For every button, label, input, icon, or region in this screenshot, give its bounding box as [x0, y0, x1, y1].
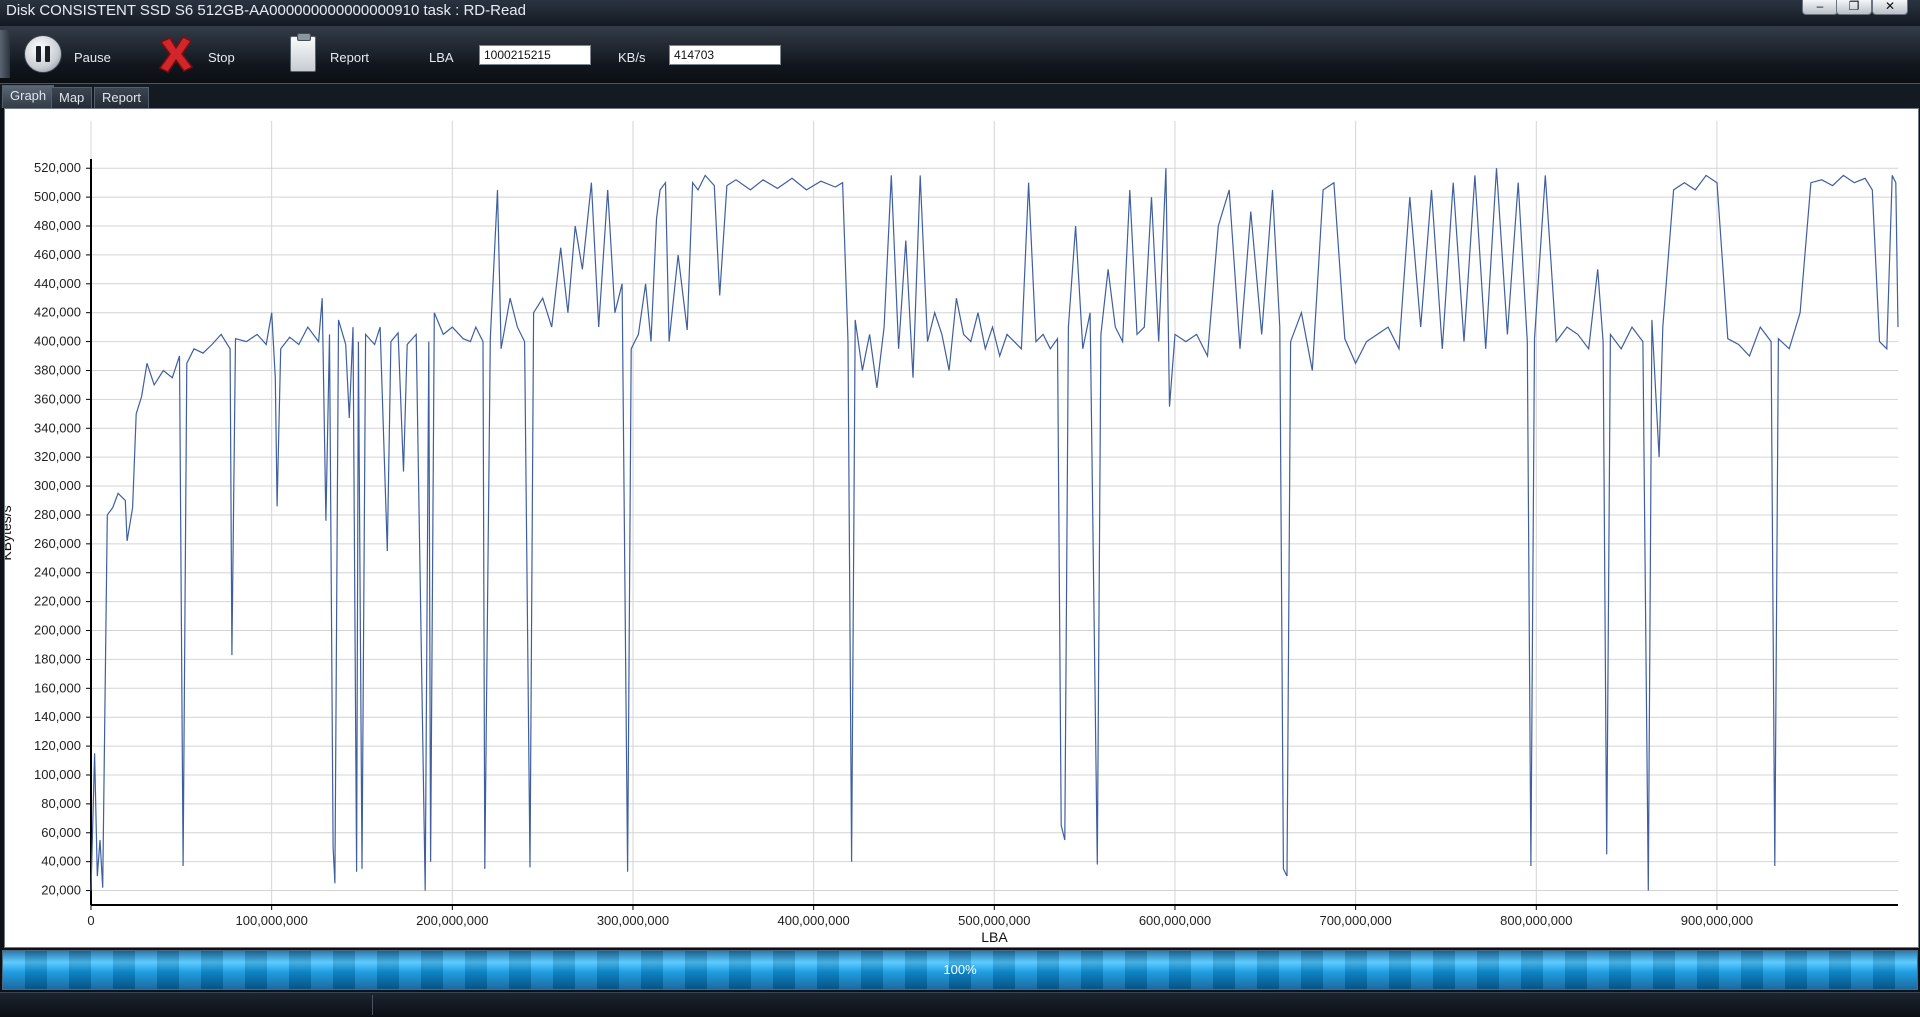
toolbar: Pause Stop Report LBA KB/s	[0, 26, 1920, 84]
status-separator	[372, 995, 373, 1015]
close-icon[interactable]: ✕	[1872, 0, 1908, 15]
status-bar	[0, 992, 1920, 1017]
y-tick-label: 360,000	[34, 391, 81, 406]
report-label: Report	[330, 50, 370, 65]
y-axis-label: KBytes/s	[5, 505, 14, 560]
x-tick-label: 600,000,000	[1139, 913, 1211, 928]
x-axis-ticks: 0 100,000,000 200,000,000 300,000,000 400,00…	[87, 905, 1753, 928]
report-button[interactable]: Report	[288, 32, 378, 76]
stop-button[interactable]: Stop	[156, 32, 246, 76]
y-tick-label: 400,000	[34, 334, 81, 349]
throughput-chart: 20,000 40,000 60,000 80,000 100,000 120,000 14…	[5, 121, 1899, 945]
y-tick-label: 340,000	[34, 420, 81, 435]
y-tick-label: 200,000	[34, 623, 81, 638]
x-tick-label: 200,000,000	[416, 913, 488, 928]
y-tick-label: 280,000	[34, 507, 81, 522]
tab-map[interactable]: Map	[51, 87, 93, 108]
stop-label: Stop	[208, 50, 235, 65]
y-tick-label: 240,000	[34, 565, 81, 580]
x-tick-label: 100,000,000	[236, 913, 308, 928]
y-tick-label: 120,000	[34, 738, 81, 753]
y-tick-label: 320,000	[34, 449, 81, 464]
tab-graph[interactable]: Graph	[2, 85, 55, 108]
kbs-field[interactable]	[669, 45, 781, 65]
x-tick-label: 900,000,000	[1681, 913, 1753, 928]
x-tick-label: 500,000,000	[958, 913, 1030, 928]
x-tick-label: 800,000,000	[1500, 913, 1572, 928]
toolbar-grip	[0, 30, 10, 78]
pause-icon	[24, 35, 62, 73]
progress-text: 100%	[943, 962, 977, 977]
y-tick-label: 480,000	[34, 218, 81, 233]
graph-panel: 20,000 40,000 60,000 80,000 100,000 120,000 14…	[4, 108, 1919, 948]
clipboard-icon	[290, 33, 316, 72]
x-tick-label: 400,000,000	[777, 913, 849, 928]
y-tick-label: 60,000	[41, 825, 81, 840]
y-tick-label: 160,000	[34, 680, 81, 695]
pause-label: Pause	[74, 50, 111, 65]
x-axis-label: LBA	[981, 929, 1008, 945]
lba-label: LBA	[429, 50, 454, 65]
y-tick-label: 40,000	[41, 854, 81, 869]
y-tick-label: 80,000	[41, 796, 81, 811]
title-bar: Disk CONSISTENT SSD S6 512GB-AA000000000…	[0, 0, 1920, 26]
x-tick-label: 700,000,000	[1319, 913, 1391, 928]
y-tick-label: 220,000	[34, 594, 81, 609]
y-tick-label: 380,000	[34, 362, 81, 377]
window-title: Disk CONSISTENT SSD S6 512GB-AA000000000…	[6, 2, 526, 19]
tab-strip: Graph Map Report	[0, 84, 1920, 108]
x-tick-label: 300,000,000	[597, 913, 669, 928]
y-tick-label: 300,000	[34, 478, 81, 493]
y-tick-label: 500,000	[34, 189, 81, 204]
y-tick-label: 140,000	[34, 709, 81, 724]
restore-icon[interactable]: ❐	[1836, 0, 1872, 15]
stop-icon	[158, 36, 194, 73]
y-tick-label: 260,000	[34, 536, 81, 551]
pause-button[interactable]: Pause	[24, 32, 114, 76]
y-tick-label: 520,000	[34, 160, 81, 175]
y-tick-label: 20,000	[41, 883, 81, 898]
progress-bar: 100%	[2, 950, 1918, 990]
y-tick-label: 460,000	[34, 247, 81, 262]
lba-field[interactable]	[479, 45, 591, 65]
y-tick-label: 440,000	[34, 276, 81, 291]
y-tick-label: 420,000	[34, 305, 81, 320]
y-axis-ticks: 20,000 40,000 60,000 80,000 100,000 120,000 14…	[34, 160, 91, 898]
tab-report[interactable]: Report	[94, 87, 150, 108]
minimize-icon[interactable]: –	[1802, 0, 1838, 15]
y-tick-label: 180,000	[34, 651, 81, 666]
y-tick-label: 100,000	[34, 767, 81, 782]
kbs-label: KB/s	[618, 50, 646, 65]
x-tick-label: 0	[87, 913, 94, 928]
